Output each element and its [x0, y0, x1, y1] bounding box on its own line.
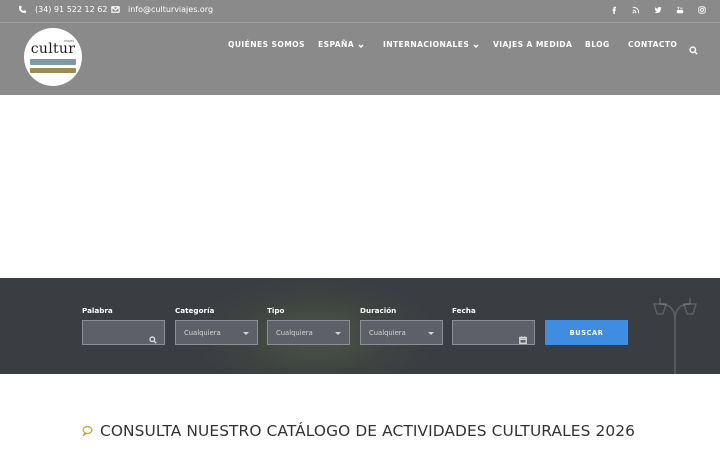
- phone-contact[interactable]: (34) 91 522 12 62: [18, 5, 107, 14]
- categoria-value: Cualquiera: [184, 329, 221, 337]
- search-icon: [149, 329, 157, 344]
- tipo-select[interactable]: Cualquiera: [267, 320, 350, 345]
- nav-internacionales[interactable]: INTERNACIONALES: [383, 40, 479, 49]
- logo-stripe-gold: [30, 68, 76, 73]
- catalog-heading-text: CONSULTA NUESTRO CATÁLOGO DE ACTIVIDADES…: [100, 421, 636, 440]
- twitter-icon[interactable]: [653, 5, 662, 14]
- nav-label: INTERNACIONALES: [383, 40, 470, 49]
- calendar-icon: [519, 329, 527, 345]
- top-bar: (34) 91 522 12 62 info@culturviajes.org: [0, 0, 720, 22]
- chevron-down-icon: [358, 42, 364, 48]
- nav-contacto[interactable]: CONTACTO: [628, 40, 677, 49]
- speech-bubble-icon: [82, 421, 93, 440]
- tipo-label: Tipo: [267, 306, 285, 315]
- social-links: [609, 5, 706, 14]
- duracion-value: Cualquiera: [369, 329, 406, 337]
- palabra-input[interactable]: [82, 320, 165, 345]
- caret-down-icon: [243, 332, 249, 335]
- chevron-down-icon: [473, 42, 479, 48]
- caret-down-icon: [428, 332, 434, 335]
- catalog-heading: CONSULTA NUESTRO CATÁLOGO DE ACTIVIDADES…: [82, 421, 635, 440]
- rss-icon[interactable]: [631, 5, 640, 14]
- youtube-icon[interactable]: [675, 5, 684, 14]
- site-header: (34) 91 522 12 62 info@culturviajes.org …: [0, 0, 720, 95]
- nav-label: BLOG: [585, 40, 610, 49]
- email-contact[interactable]: info@culturviajes.org: [111, 5, 213, 14]
- background-streetlamp: [640, 290, 710, 374]
- nav-viajes-a-medida[interactable]: VIAJES A MEDIDA: [493, 40, 572, 49]
- nav-blog[interactable]: BLOG: [585, 40, 610, 49]
- nav-label: CONTACTO: [628, 40, 678, 49]
- duracion-label: Duración: [360, 306, 397, 315]
- categoria-select[interactable]: Cualquiera: [175, 320, 258, 345]
- logo-stripe-blue: [30, 59, 76, 65]
- tipo-value: Cualquiera: [276, 329, 313, 337]
- palabra-label: Palabra: [82, 306, 113, 315]
- instagram-icon[interactable]: [697, 5, 706, 14]
- fecha-input[interactable]: [452, 320, 535, 345]
- nav-espana[interactable]: ESPAÑA: [318, 40, 364, 49]
- top-divider: [0, 22, 720, 23]
- site-logo[interactable]: cultur viajes: [24, 28, 82, 86]
- facebook-icon[interactable]: [609, 5, 618, 14]
- email-address: info@culturviajes.org: [128, 5, 214, 14]
- categoria-label: Categoría: [175, 306, 215, 315]
- main-nav: QUIÉNES SOMOS ESPAÑA INTERNACIONALES VIA…: [0, 40, 720, 52]
- phone-number: (34) 91 522 12 62: [35, 5, 108, 14]
- nav-label: ESPAÑA: [318, 40, 355, 49]
- buscar-button[interactable]: BUSCAR: [545, 320, 628, 345]
- caret-down-icon: [335, 332, 341, 335]
- search-icon[interactable]: [689, 40, 699, 55]
- duracion-select[interactable]: Cualquiera: [360, 320, 443, 345]
- fecha-label: Fecha: [452, 306, 476, 315]
- nav-quienes-somos[interactable]: QUIÉNES SOMOS: [228, 40, 305, 49]
- envelope-icon: [111, 6, 120, 13]
- phone-icon: [18, 5, 27, 14]
- nav-label: VIAJES A MEDIDA: [493, 40, 573, 49]
- nav-label: QUIÉNES SOMOS: [228, 40, 305, 49]
